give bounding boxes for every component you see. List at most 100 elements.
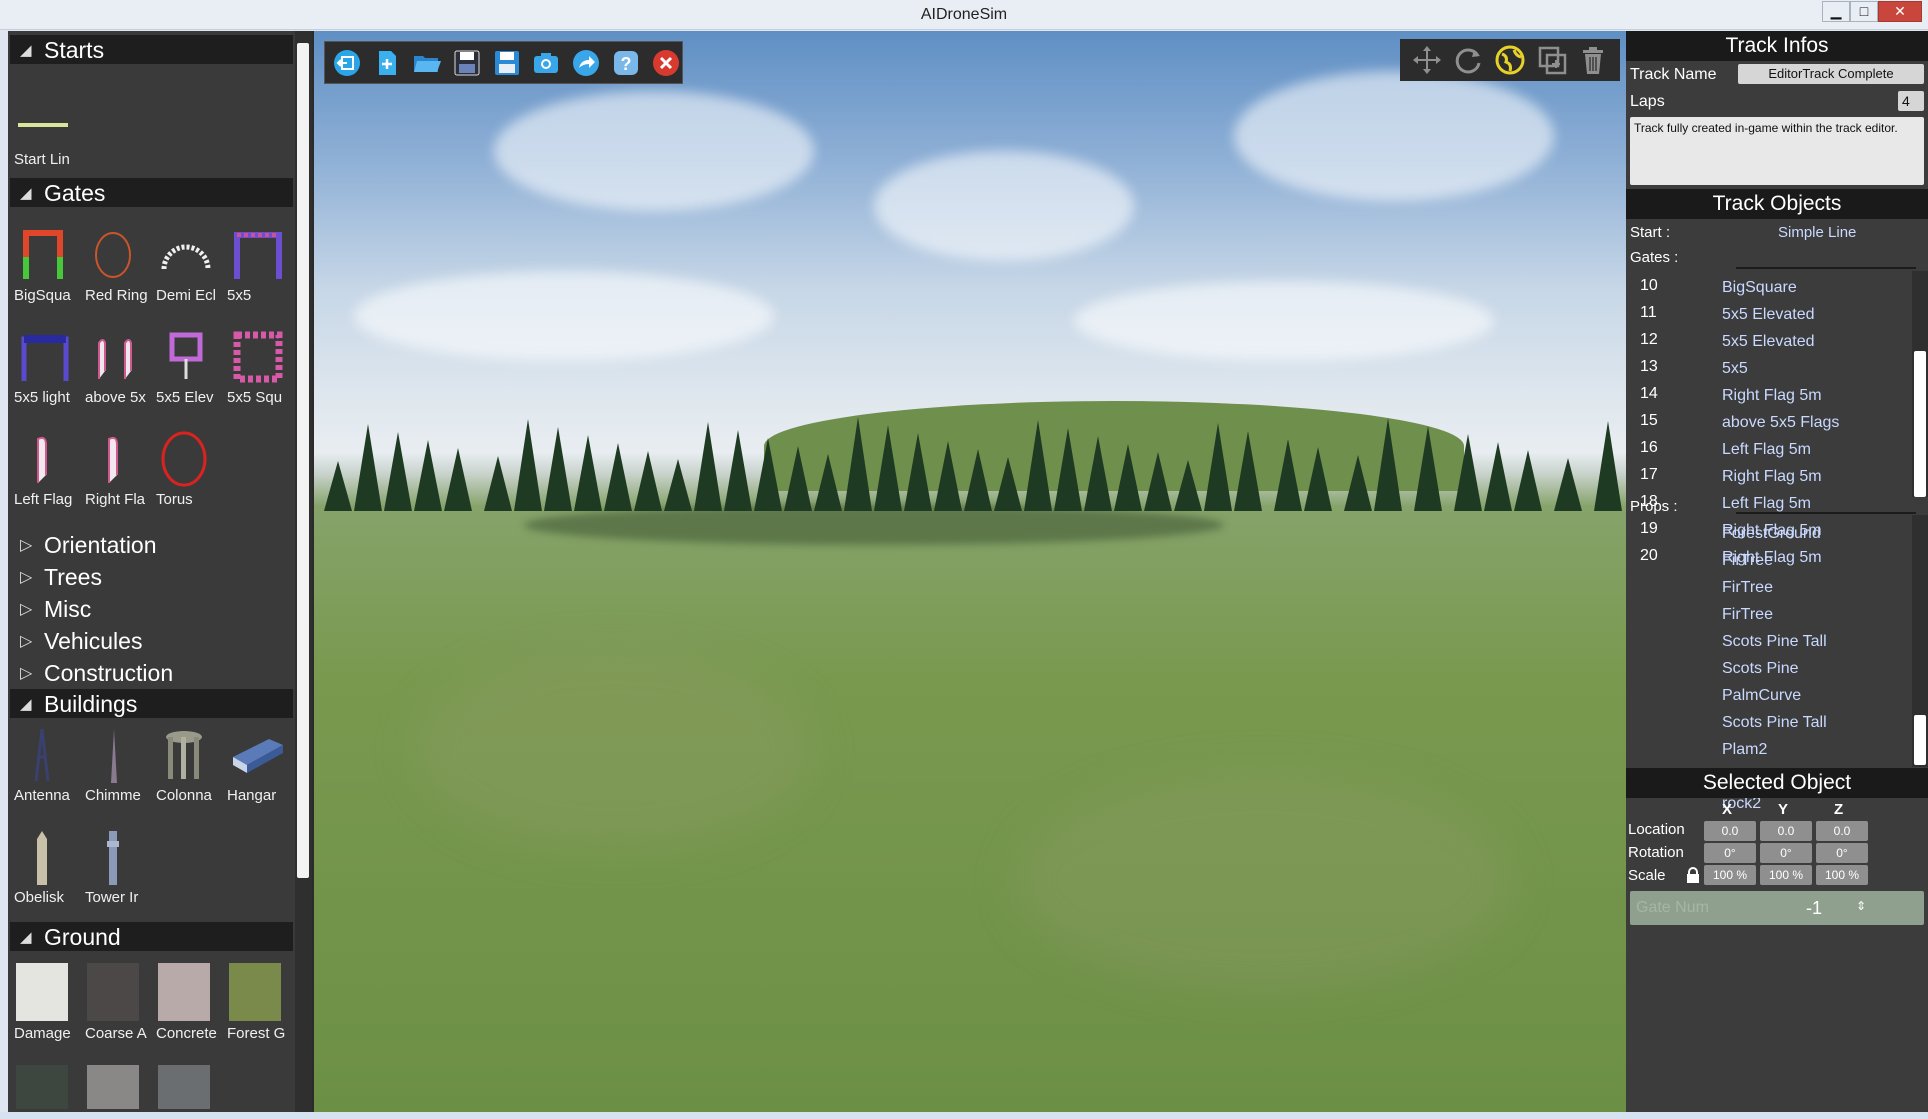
rotate-tool-button[interactable] xyxy=(1451,43,1485,77)
gates-scroll-thumb[interactable] xyxy=(1914,351,1926,497)
category-construction[interactable]: ▷ Construction xyxy=(10,657,293,689)
back-button[interactable] xyxy=(331,46,363,79)
duplicate-button[interactable] xyxy=(1535,43,1569,77)
palette-item-gate[interactable]: 5x5 xyxy=(227,227,297,307)
category-ground[interactable]: ◢ Ground xyxy=(10,922,293,951)
category-misc[interactable]: ▷ Misc xyxy=(10,593,293,625)
gate-list-item[interactable]: 11 5x5 Elevated xyxy=(1626,304,1928,326)
category-buildings[interactable]: ◢ Buildings xyxy=(10,689,293,718)
category-orientation[interactable]: ▷ Orientation xyxy=(10,529,293,561)
props-scroll-thumb[interactable] xyxy=(1914,715,1926,765)
ground-rock-thumbnail[interactable] xyxy=(16,1065,68,1109)
palette-item-building[interactable]: Obelisk xyxy=(14,829,84,909)
track-name-input[interactable]: EditorTrack Complete xyxy=(1738,64,1924,84)
category-vehicules[interactable]: ▷ Vehicules xyxy=(10,625,293,657)
ground-tiles-thumbnail[interactable] xyxy=(158,1065,210,1109)
open-folder-button[interactable] xyxy=(411,46,443,79)
palette-item-building[interactable]: Tower Ir xyxy=(85,829,155,909)
gate-num-value: -1 xyxy=(1806,898,1823,918)
trash-icon xyxy=(1583,47,1604,74)
palette-item-gate[interactable]: BigSqua xyxy=(14,227,84,307)
location-x-input[interactable]: 0.0 xyxy=(1704,821,1756,841)
palette-item-ground[interactable]: Coarse A xyxy=(85,963,155,1045)
fir-tree xyxy=(354,424,382,511)
category-starts[interactable]: ◢ Starts xyxy=(10,35,293,64)
laps-spinner[interactable]: 4 xyxy=(1898,91,1924,111)
gate-list-item[interactable]: 12 5x5 Elevated xyxy=(1626,331,1928,353)
scale-y-input[interactable]: 100 % xyxy=(1760,865,1812,885)
prop-list-item[interactable]: FirTree xyxy=(1626,577,1928,599)
palette-item-gate[interactable]: Red Ring xyxy=(85,227,155,307)
scale-x-input[interactable]: 100 % xyxy=(1704,865,1756,885)
palette-item-gate[interactable]: Demi Ecl xyxy=(156,227,226,307)
ground-gravel-thumbnail[interactable] xyxy=(87,1065,139,1109)
start-value-link[interactable]: Simple Line xyxy=(1778,224,1856,241)
close-button[interactable] xyxy=(650,46,682,79)
palette-item-gate[interactable]: 5x5 Squ xyxy=(227,329,297,409)
obelisk-icon xyxy=(16,829,76,885)
new-file-button[interactable] xyxy=(371,46,403,79)
location-y-input[interactable]: 0.0 xyxy=(1760,821,1812,841)
gate-list-item[interactable]: 17 Right Flag 5m xyxy=(1626,466,1928,488)
palette-item-ground[interactable]: Damage xyxy=(14,963,84,1045)
prop-list-item[interactable]: FirTree xyxy=(1626,550,1928,572)
item-label: Left Flag xyxy=(14,491,73,508)
left-flag-icon xyxy=(16,431,76,487)
item-label: Right Fla xyxy=(85,491,146,508)
rotation-x-input[interactable]: 0° xyxy=(1704,843,1756,863)
palette-item-building[interactable]: Hangar xyxy=(227,727,297,807)
prop-list-item[interactable]: Scots Pine Tall xyxy=(1626,712,1928,734)
prop-list-item[interactable]: Scots Pine xyxy=(1626,658,1928,680)
share-button[interactable] xyxy=(570,46,602,79)
fir-tree xyxy=(664,459,692,511)
prop-list-item[interactable]: PalmCurve xyxy=(1626,685,1928,707)
gate-list-item[interactable]: 10 BigSquare xyxy=(1626,277,1928,299)
palette-item-start-line[interactable]: Start Lin xyxy=(14,91,84,171)
palette-item-gate[interactable]: above 5x xyxy=(85,329,155,409)
maximize-button[interactable]: □ xyxy=(1850,1,1878,22)
palette-item-building[interactable]: Colonna xyxy=(156,727,226,807)
palette-item-gate[interactable]: 5x5 Elev xyxy=(156,329,226,409)
palette-item-building[interactable]: Antenna xyxy=(14,727,84,807)
palette-item-gate[interactable]: Torus xyxy=(156,431,226,511)
exit-icon xyxy=(333,49,360,76)
palette-scroll-thumb[interactable] xyxy=(297,43,309,878)
move-tool-button[interactable] xyxy=(1410,43,1444,77)
gate-list-item[interactable]: 15 above 5x5 Flags xyxy=(1626,412,1928,434)
prop-list-item[interactable]: FirTree xyxy=(1626,604,1928,626)
prop-list-item[interactable]: Scots Pine Tall xyxy=(1626,631,1928,653)
palette-item-gate[interactable]: Left Flag xyxy=(14,431,84,511)
location-z-input[interactable]: 0.0 xyxy=(1816,821,1868,841)
track-description-textarea[interactable]: Track fully created in-game within the t… xyxy=(1630,117,1924,185)
scale-z-input[interactable]: 100 % xyxy=(1816,865,1868,885)
lock-icon[interactable] xyxy=(1686,867,1700,883)
gate-num-field[interactable]: Gate Num -1 ⇕ xyxy=(1630,891,1924,925)
window-close-button[interactable]: ✕ xyxy=(1878,1,1922,22)
colonnade-icon xyxy=(158,727,218,783)
start-label: Start : xyxy=(1630,224,1671,241)
3d-viewport[interactable]: ? xyxy=(314,31,1626,1112)
gate-list-item[interactable]: 13 5x5 xyxy=(1626,358,1928,380)
save-as-button[interactable] xyxy=(491,46,523,79)
item-label: Obelisk xyxy=(14,889,65,906)
palette-item-ground[interactable]: Forest G xyxy=(227,963,297,1045)
palette-item-gate[interactable]: Right Fla xyxy=(85,431,155,511)
palette-item-building[interactable]: Chimme xyxy=(85,727,155,807)
rotation-y-input[interactable]: 0° xyxy=(1760,843,1812,863)
screenshot-button[interactable] xyxy=(530,46,562,79)
rotation-z-input[interactable]: 0° xyxy=(1816,843,1868,863)
gate-list-item[interactable]: 16 Left Flag 5m xyxy=(1626,439,1928,461)
palette-item-ground[interactable]: Concrete xyxy=(156,963,226,1045)
prop-list-item[interactable]: ForestGround xyxy=(1626,523,1928,545)
delete-button[interactable] xyxy=(1576,43,1610,77)
help-button[interactable]: ? xyxy=(610,46,642,79)
minimize-button[interactable]: ▁ xyxy=(1822,1,1850,22)
category-trees[interactable]: ▷ Trees xyxy=(10,561,293,593)
world-space-button[interactable] xyxy=(1493,43,1527,77)
save-button[interactable] xyxy=(451,46,483,79)
category-gates[interactable]: ◢ Gates xyxy=(10,178,293,207)
fir-tree xyxy=(1594,421,1622,511)
prop-list-item[interactable]: Plam2 xyxy=(1626,739,1928,761)
gate-list-item[interactable]: 14 Right Flag 5m xyxy=(1626,385,1928,407)
palette-item-gate[interactable]: 5x5 light xyxy=(14,329,84,409)
